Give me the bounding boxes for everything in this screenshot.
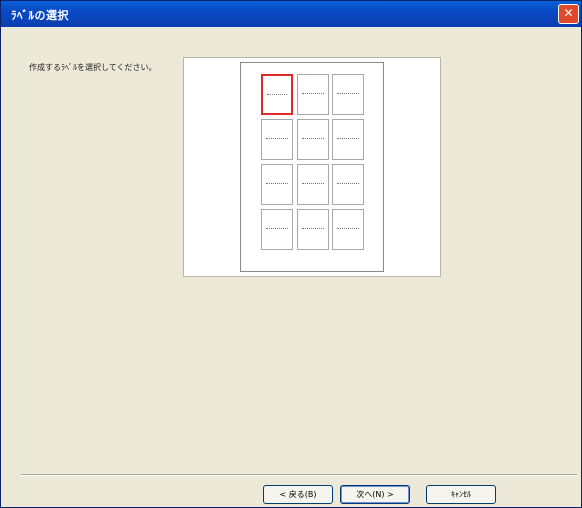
label-preview-panel	[183, 57, 441, 277]
title-bar: ﾗﾍﾞﾙの選択 ✕	[1, 1, 581, 27]
instruction-text: 作成するﾗﾍﾞﾙを選択してください。	[29, 63, 157, 72]
label-cell-4[interactable]	[261, 119, 293, 160]
back-button[interactable]: < 戻る(B)	[263, 485, 333, 504]
label-cell-6[interactable]	[332, 119, 364, 160]
label-select-dialog: ﾗﾍﾞﾙの選択 ✕ 作成するﾗﾍﾞﾙを選択してください。 < 戻る(B) 次へ(…	[0, 0, 582, 508]
label-cell-2[interactable]	[297, 74, 329, 115]
label-cell-11[interactable]	[297, 209, 329, 250]
footer-separator	[21, 474, 577, 476]
cancel-button[interactable]: ｷｬﾝｾﾙ	[426, 485, 496, 504]
label-cell-9[interactable]	[332, 164, 364, 205]
label-cell-1[interactable]	[261, 74, 293, 115]
label-cell-10[interactable]	[261, 209, 293, 250]
label-cell-8[interactable]	[297, 164, 329, 205]
label-cell-12[interactable]	[332, 209, 364, 250]
label-sheet	[240, 62, 384, 272]
window-title: ﾗﾍﾞﾙの選択	[11, 9, 69, 22]
close-button[interactable]: ✕	[558, 4, 579, 24]
label-cell-3[interactable]	[332, 74, 364, 115]
label-cell-7[interactable]	[261, 164, 293, 205]
next-button[interactable]: 次へ(N) >	[340, 485, 410, 504]
label-cell-5[interactable]	[297, 119, 329, 160]
close-icon: ✕	[563, 6, 574, 20]
